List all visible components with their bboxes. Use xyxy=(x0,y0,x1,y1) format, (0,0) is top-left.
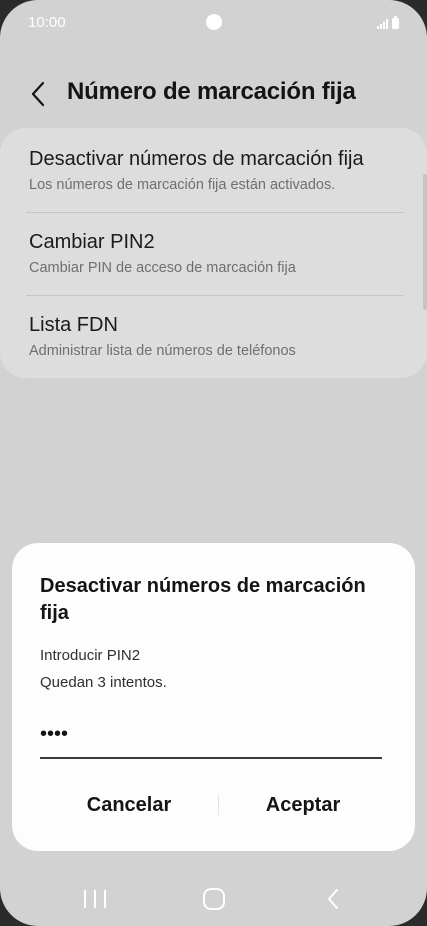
dialog-title: Desactivar números de marcación fija xyxy=(40,575,366,624)
status-icons xyxy=(377,15,399,29)
item-title: Cambiar PIN2 xyxy=(29,231,155,253)
phone-screen: 10:00 Número de marcación fija Desactiva… xyxy=(0,0,427,926)
battery-icon xyxy=(392,16,399,29)
button-divider xyxy=(218,795,219,815)
front-camera-icon xyxy=(206,14,222,30)
item-title: Lista FDN xyxy=(29,314,118,336)
recent-apps-icon[interactable] xyxy=(84,890,106,908)
dialog-prompt: Introducir PIN2 xyxy=(40,647,141,664)
back-icon[interactable] xyxy=(322,888,344,910)
signal-icon xyxy=(377,19,388,29)
dialog-attempts: Quedan 3 intentos. xyxy=(40,674,167,691)
settings-item-change-pin2[interactable]: Cambiar PIN2 Cambiar PIN de acceso de ma… xyxy=(0,213,427,296)
item-title: Desactivar números de marcación fija xyxy=(29,148,364,170)
scroll-indicator[interactable] xyxy=(423,174,427,310)
cancel-button[interactable]: Cancelar xyxy=(44,783,214,827)
chevron-left-icon xyxy=(31,81,45,107)
header: Número de marcación fija xyxy=(0,70,427,114)
accept-button[interactable]: Aceptar xyxy=(220,783,386,827)
item-subtitle: Cambiar PIN de acceso de marcación fija xyxy=(29,260,296,276)
navigation-bar xyxy=(0,870,427,926)
item-subtitle: Administrar lista de números de teléfono… xyxy=(29,343,296,359)
settings-card: Desactivar números de marcación fija Los… xyxy=(0,128,427,378)
home-icon[interactable] xyxy=(203,888,225,910)
status-bar: 10:00 xyxy=(0,0,427,44)
settings-item-fdn-list[interactable]: Lista FDN Administrar lista de números d… xyxy=(0,296,427,379)
pin2-value: •••• xyxy=(40,723,69,745)
item-subtitle: Los números de marcación fija están acti… xyxy=(29,177,336,193)
pin2-dialog: Desactivar números de marcación fija Int… xyxy=(12,543,415,851)
status-time: 10:00 xyxy=(28,14,66,31)
dialog-buttons: Cancelar Aceptar xyxy=(12,783,415,827)
settings-item-deactivate-fdn[interactable]: Desactivar números de marcación fija Los… xyxy=(0,128,427,211)
back-button[interactable] xyxy=(22,78,54,110)
page-title: Número de marcación fija xyxy=(67,78,356,105)
pin2-input[interactable]: •••• xyxy=(40,721,382,759)
